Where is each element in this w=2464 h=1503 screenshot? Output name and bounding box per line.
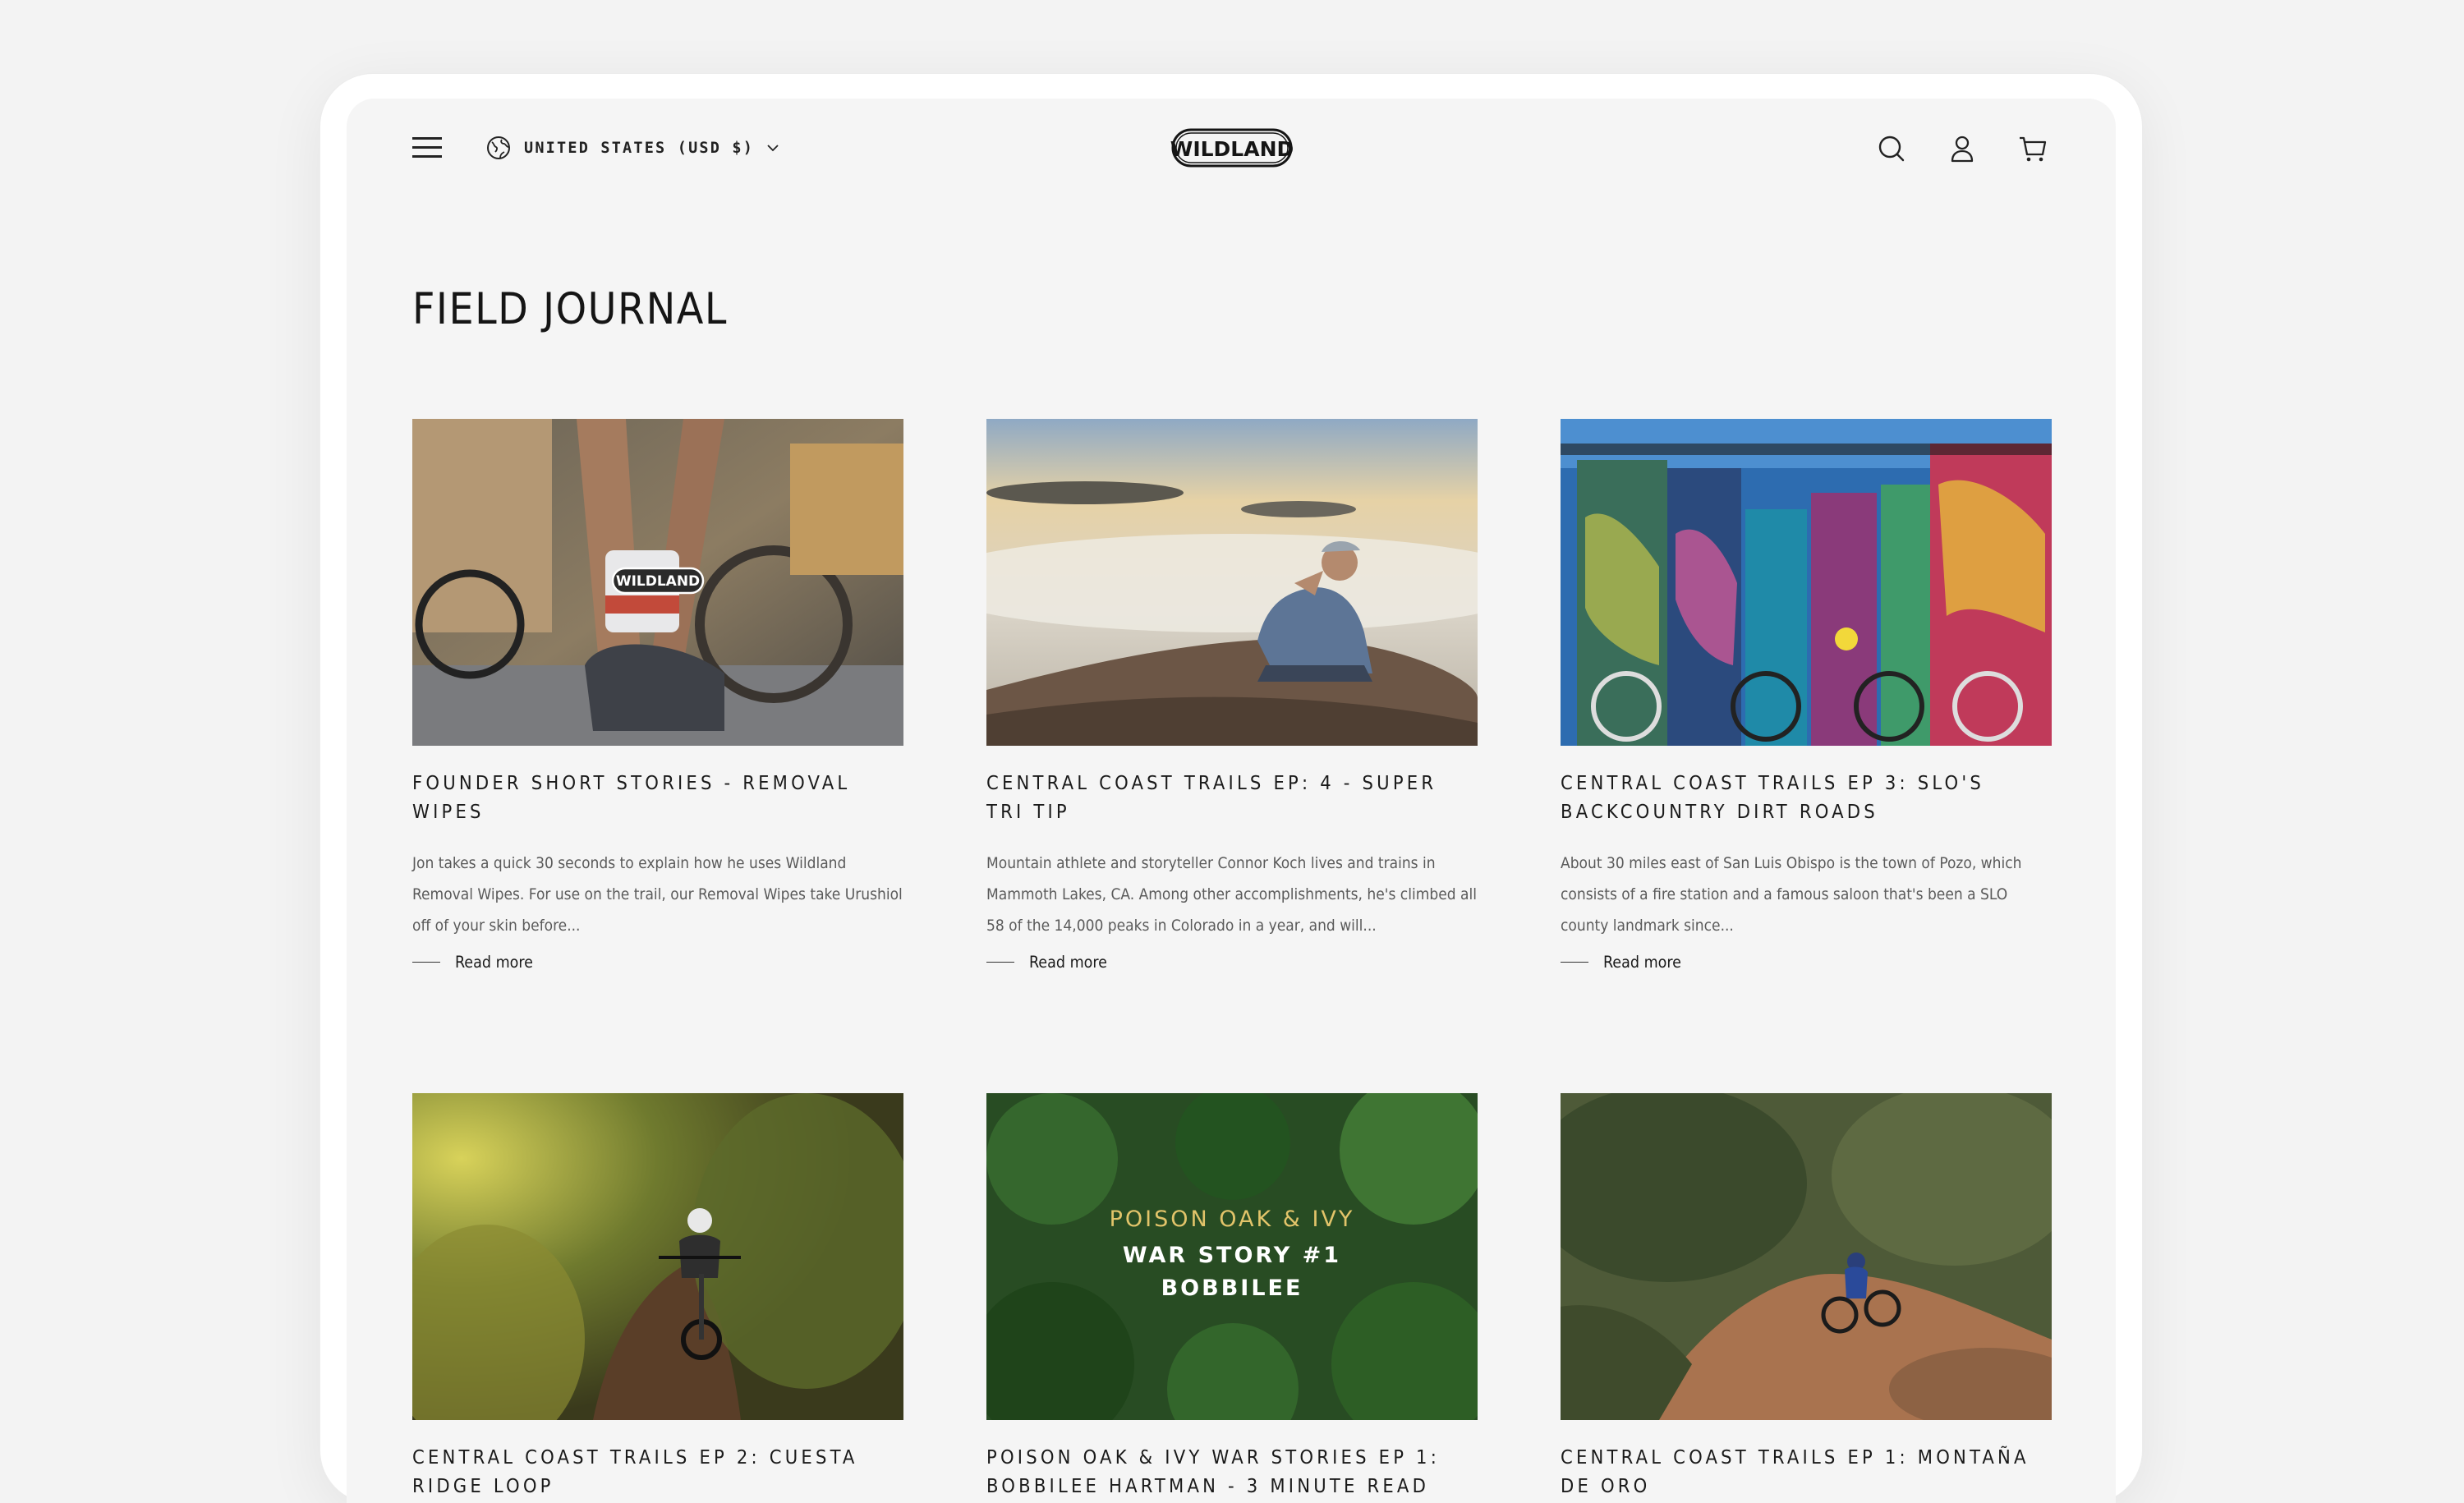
dash-icon — [986, 961, 1014, 963]
article-image[interactable] — [1561, 1093, 2052, 1420]
article-title[interactable]: CENTRAL COAST TRAILS EP: 4 - SUPER TRI T… — [986, 769, 1478, 826]
read-more-link[interactable]: Read more — [412, 953, 903, 972]
article-excerpt: Mountain athlete and storyteller Connor … — [986, 854, 1477, 935]
wildland-logo[interactable]: WILDLAND — [1170, 125, 1294, 171]
account-icon[interactable] — [1947, 133, 1978, 164]
read-more-label: Read more — [455, 953, 533, 972]
globe-icon — [487, 136, 510, 159]
search-icon[interactable] — [1876, 133, 1907, 164]
article-image[interactable]: WILDLAND — [412, 419, 903, 746]
article-card: CENTRAL COAST TRAILS EP 1: MONTAÑA DE OR… — [1561, 1093, 2052, 1501]
read-more-label: Read more — [1603, 953, 1681, 972]
image-badge-text: WILDLAND — [616, 573, 700, 590]
chevron-down-icon — [767, 145, 779, 152]
image-overlay-line1: POISON OAK & IVY — [1110, 1207, 1355, 1232]
article-image[interactable]: POISON OAK & IVY WAR STORY #1 BOBBILEE — [986, 1093, 1478, 1420]
article-title[interactable]: POISON OAK & IVY WAR STORIES EP 1: BOBBI… — [986, 1443, 1478, 1501]
article-title[interactable]: CENTRAL COAST TRAILS EP 3: SLO'S BACKCOU… — [1561, 769, 2052, 826]
article-card: CENTRAL COAST TRAILS EP 2: CUESTA RIDGE … — [412, 1093, 903, 1501]
page-title: FIELD JOURNAL — [412, 284, 728, 334]
article-title[interactable]: FOUNDER SHORT STORIES - REMOVAL WIPES — [412, 769, 903, 826]
read-more-link[interactable]: Read more — [986, 953, 1478, 972]
article-excerpt: Jon takes a quick 30 seconds to explain … — [412, 854, 903, 935]
logo-text: WILDLAND — [1170, 137, 1294, 161]
article-card: WILDLAND FOUNDER SHORT STORIES - REMOVAL… — [412, 419, 903, 972]
article-image[interactable] — [1561, 419, 2052, 746]
read-more-link[interactable]: Read more — [1561, 953, 2052, 972]
article-card: POISON OAK & IVY WAR STORY #1 BOBBILEE P… — [986, 1093, 1478, 1501]
site-header: UNITED STATES (USD $) WILDLAND — [347, 99, 2116, 197]
article-title[interactable]: CENTRAL COAST TRAILS EP 1: MONTAÑA DE OR… — [1561, 1443, 2052, 1501]
menu-icon[interactable] — [412, 135, 442, 159]
device-frame: UNITED STATES (USD $) WILDLAND FIELD JOU… — [320, 74, 2142, 1503]
cart-icon[interactable] — [2017, 133, 2048, 164]
article-image[interactable] — [986, 419, 1478, 746]
country-selector-label: UNITED STATES (USD $) — [524, 139, 755, 157]
image-overlay-line2: WAR STORY #1 — [1123, 1243, 1341, 1268]
article-excerpt: About 30 miles east of San Luis Obispo i… — [1561, 854, 2022, 935]
article-card: CENTRAL COAST TRAILS EP 3: SLO'S BACKCOU… — [1561, 419, 2052, 972]
country-selector[interactable]: UNITED STATES (USD $) — [486, 134, 780, 162]
dash-icon — [412, 961, 440, 963]
dash-icon — [1561, 961, 1588, 963]
article-title[interactable]: CENTRAL COAST TRAILS EP 2: CUESTA RIDGE … — [412, 1443, 903, 1501]
article-card: CENTRAL COAST TRAILS EP: 4 - SUPER TRI T… — [986, 419, 1478, 972]
browser-viewport: UNITED STATES (USD $) WILDLAND FIELD JOU… — [347, 99, 2116, 1503]
read-more-label: Read more — [1029, 953, 1107, 972]
image-overlay-line3: BOBBILEE — [1161, 1275, 1303, 1301]
article-image[interactable] — [412, 1093, 903, 1420]
